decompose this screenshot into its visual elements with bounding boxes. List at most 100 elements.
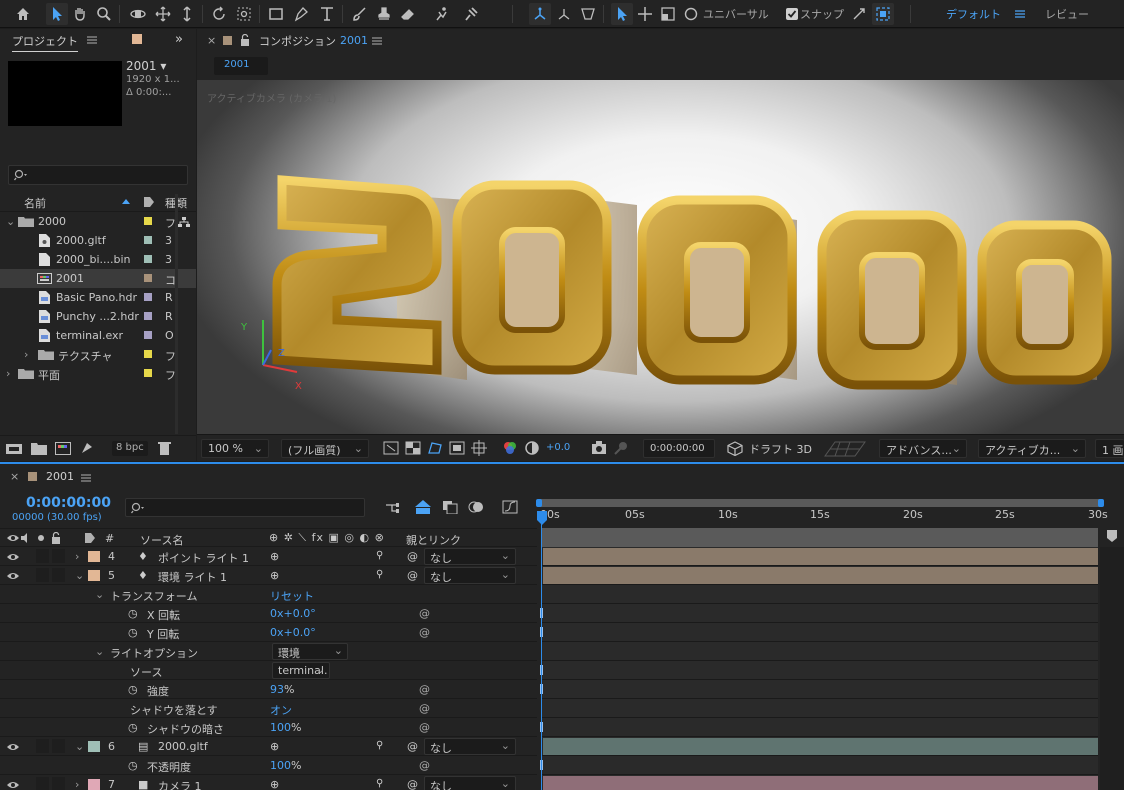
time-ruler[interactable]: 00s 05s 10s 15s 20s 25s 30s xyxy=(536,508,1108,528)
solo-toggle[interactable] xyxy=(36,549,49,563)
rotate-tool-icon[interactable] xyxy=(208,3,230,25)
eraser-tool-icon[interactable] xyxy=(397,3,419,25)
layer-duration-bar[interactable] xyxy=(543,548,1098,565)
timeline-tab[interactable]: 2001 xyxy=(46,470,74,483)
property-row[interactable]: ソース terminal. ⌄ xyxy=(0,661,537,680)
rotate-gizmo-icon[interactable] xyxy=(680,3,702,25)
project-item-basic-pano[interactable]: Basic Pano.hdr R xyxy=(0,288,196,307)
layer-row[interactable]: › 7 ■ カメラ 1 ⊕ ⚲ @ なし ⌄ xyxy=(0,775,537,790)
project-item-comp-2001[interactable]: 2001 コ xyxy=(0,269,196,288)
shy-switch-icon[interactable]: ⊕ xyxy=(270,778,279,790)
snapshot-camera-icon[interactable] xyxy=(591,441,607,454)
project-item-punchy[interactable]: Punchy ...2.hdr R xyxy=(0,307,196,326)
playhead-icon[interactable] xyxy=(536,510,548,526)
parent-dropdown[interactable]: なし ⌄ xyxy=(424,776,516,790)
property-row[interactable]: ◷ X 回転 0x+0.0° @ xyxy=(0,604,537,623)
show-snapshot-icon[interactable] xyxy=(613,440,629,456)
roto-brush-tool-icon[interactable] xyxy=(431,3,453,25)
extents-icon[interactable] xyxy=(872,3,894,25)
composition-tab-label[interactable]: コンポジション xyxy=(259,33,336,49)
project-scrollbar[interactable] xyxy=(175,194,178,434)
exposure-value[interactable]: +0.0 xyxy=(546,442,570,453)
solo-toggle[interactable] xyxy=(36,568,49,582)
property-group-row[interactable]: ⌄ ライトオプション 環境 ⌄ xyxy=(0,642,537,661)
lock-toggle[interactable] xyxy=(52,739,65,753)
puppet-pin-tool-icon[interactable] xyxy=(460,3,482,25)
property-row[interactable]: ◷ 不透明度 100% @ xyxy=(0,756,537,775)
property-value[interactable]: オン xyxy=(270,702,292,718)
property-link-icon[interactable]: @ xyxy=(419,683,430,696)
property-value[interactable]: リセット xyxy=(270,588,314,604)
chevron-down-icon[interactable]: ⌄ xyxy=(95,588,104,601)
zoom-dropdown[interactable]: 100 % ⌄ xyxy=(201,439,269,458)
renderer-cube-icon[interactable] xyxy=(727,441,743,456)
eye-icon[interactable] xyxy=(7,552,19,562)
stopwatch-icon[interactable]: ◷ xyxy=(128,626,138,639)
property-row[interactable]: ◷ 強度 93% @ xyxy=(0,680,537,699)
layer-row[interactable]: ⌄ 5 ♦ 環境 ライト 1 ⊕ ⚲ @ なし ⌄ xyxy=(0,566,537,585)
timeline-current-time[interactable]: 0:00:00:00 xyxy=(26,495,111,511)
property-link-icon[interactable]: @ xyxy=(419,607,430,620)
work-area-bar[interactable] xyxy=(536,499,1104,507)
anchor-point-tool-icon[interactable] xyxy=(233,3,255,25)
expand-chevron-icon[interactable]: › xyxy=(75,550,79,563)
project-item-folder-2000[interactable]: ⌄ 2000 フ xyxy=(0,212,196,231)
extended-viewer-dropdown[interactable]: アドバンス... ⌄ xyxy=(879,439,967,458)
shy-switch-icon[interactable]: ⊕ xyxy=(270,550,279,563)
property-link-icon[interactable]: @ xyxy=(419,721,430,734)
property-value[interactable]: 100 xyxy=(270,759,291,772)
lock-toggle[interactable] xyxy=(52,549,65,563)
workspace-review-tab[interactable]: レビュー xyxy=(1045,6,1089,22)
workspace-menu-icon[interactable] xyxy=(1009,3,1031,25)
view-layout-dropdown[interactable]: 1 画 xyxy=(1095,439,1124,458)
layer-duration-bar[interactable] xyxy=(543,776,1098,790)
layer-duration-bar[interactable] xyxy=(543,738,1098,755)
eye-icon[interactable] xyxy=(7,780,19,790)
expand-chevron-icon[interactable]: ⌄ xyxy=(75,569,84,582)
frame-blending-icon[interactable] xyxy=(442,500,458,514)
universal-cursor-icon[interactable] xyxy=(611,3,633,25)
pickwhip-icon[interactable]: @ xyxy=(407,778,418,790)
stopwatch-icon[interactable]: ◷ xyxy=(128,683,138,696)
project-search-input[interactable] xyxy=(8,165,188,185)
draft-3d-label[interactable]: ドラフト 3D xyxy=(749,441,812,457)
transparency-grid-icon[interactable] xyxy=(405,441,421,455)
scale-gizmo-icon[interactable] xyxy=(657,3,679,25)
pan-camera-icon[interactable] xyxy=(152,3,174,25)
col-source-name[interactable]: ソース名 xyxy=(140,532,183,548)
project-item-folder-solid[interactable]: › 平面 フ xyxy=(0,364,196,383)
stopwatch-icon[interactable]: ◷ xyxy=(128,759,138,772)
pickwhip-icon[interactable]: @ xyxy=(407,569,418,582)
type-tool-icon[interactable] xyxy=(316,3,338,25)
channels-icon[interactable] xyxy=(502,440,518,456)
resolution-dropdown[interactable]: (フル画質) ⌄ xyxy=(281,439,369,458)
layer-row[interactable]: › 4 ♦ ポイント ライト 1 ⊕ ⚲ @ なし ⌄ xyxy=(0,547,537,566)
layer-label-swatch[interactable] xyxy=(88,570,100,581)
close-tab-icon[interactable]: × xyxy=(10,470,19,483)
layer-search-input[interactable] xyxy=(125,498,365,517)
property-row[interactable]: ◷ シャドウの暗さ 100% @ xyxy=(0,718,537,737)
panel-menu-icon[interactable] xyxy=(80,473,92,483)
expand-chevron-icon[interactable]: ⌄ xyxy=(75,740,84,753)
project-item-folder-texture[interactable]: › テクスチャ フ xyxy=(0,345,196,364)
snap-options-icon[interactable] xyxy=(848,3,870,25)
home-icon[interactable] xyxy=(12,3,34,25)
chevron-down-icon[interactable]: ⌄ xyxy=(95,645,104,658)
view-axis-mode-icon[interactable] xyxy=(577,3,599,25)
current-time-display[interactable]: 0:00:00:00 xyxy=(643,439,715,458)
world-axis-mode-icon[interactable] xyxy=(553,3,575,25)
property-value-dropdown[interactable]: terminal. ⌄ xyxy=(272,662,330,679)
grid-guides-icon[interactable] xyxy=(471,440,487,456)
dolly-camera-icon[interactable] xyxy=(176,3,198,25)
property-row[interactable]: シャドウを落とす オン @ xyxy=(0,699,537,718)
parent-dropdown[interactable]: なし ⌄ xyxy=(424,567,516,584)
col-parent-link[interactable]: 親とリンク xyxy=(406,532,461,548)
local-axis-mode-icon[interactable] xyxy=(529,3,551,25)
3d-layer-switch-icon[interactable]: ⚲ xyxy=(376,778,383,789)
brush-tool-icon[interactable] xyxy=(348,3,370,25)
comp-marker-icon[interactable] xyxy=(1106,529,1118,543)
3d-ground-plane-icon[interactable] xyxy=(820,438,870,458)
zoom-tool-icon[interactable] xyxy=(93,3,115,25)
property-link-icon[interactable]: @ xyxy=(419,626,430,639)
rectangle-tool-icon[interactable] xyxy=(265,3,287,25)
